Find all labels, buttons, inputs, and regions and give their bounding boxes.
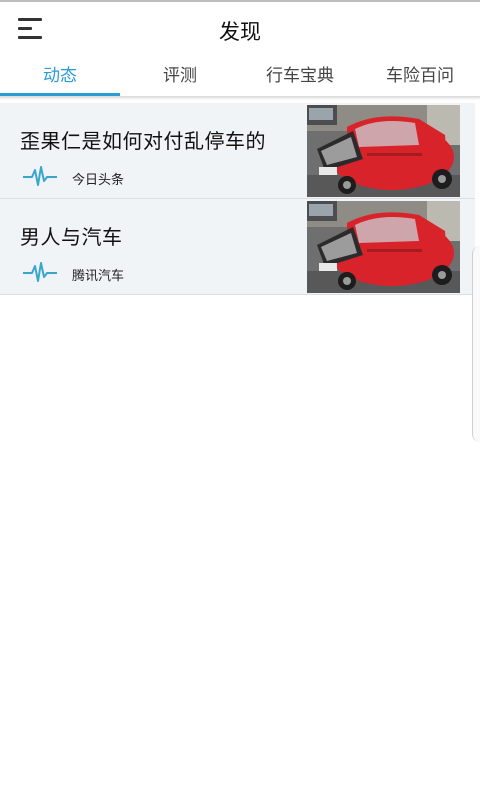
red-car-thumbnail — [307, 105, 460, 197]
article-title: 歪果仁是如何对付乱停车的 — [20, 129, 266, 153]
article-card[interactable]: 歪果仁是如何对付乱停车的 今日头条 — [0, 103, 475, 199]
app-header: 发现 — [0, 2, 480, 56]
pulse-icon — [23, 166, 57, 186]
tab-bar: 动态 评测 行车宝典 车险百问 — [0, 58, 480, 96]
tab-driving-guide[interactable]: 行车宝典 — [240, 58, 360, 96]
article-title: 男人与汽车 — [20, 225, 123, 249]
tab-bar-shadow — [0, 96, 480, 100]
article-list: 歪果仁是如何对付乱停车的 今日头条 男人与汽车 腾讯汽车 — [0, 103, 480, 295]
edge-handle[interactable] — [472, 246, 480, 442]
pulse-icon — [23, 262, 57, 282]
tab-review[interactable]: 评测 — [120, 58, 240, 96]
article-card[interactable]: 男人与汽车 腾讯汽车 — [0, 199, 475, 295]
red-car-thumbnail — [307, 201, 460, 293]
article-source: 腾讯汽车 — [72, 269, 125, 284]
tab-dynamic[interactable]: 动态 — [0, 58, 120, 96]
page-title: 发现 — [219, 20, 261, 44]
article-source: 今日头条 — [72, 173, 125, 188]
tab-insurance-faq[interactable]: 车险百问 — [360, 58, 480, 96]
